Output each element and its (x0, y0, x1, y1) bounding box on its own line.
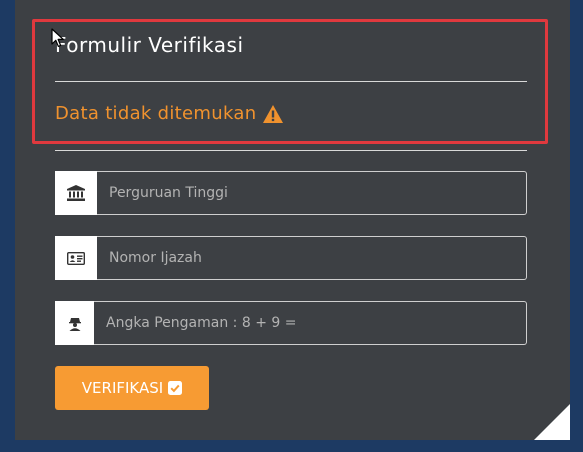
security-code-input[interactable] (94, 301, 527, 345)
verify-button[interactable]: VERIFIKASI (55, 366, 209, 410)
form-title: Formulir Verifikasi (55, 33, 244, 57)
security-code-field (55, 301, 527, 345)
divider (55, 150, 527, 151)
diploma-number-field-addon (55, 236, 97, 280)
university-input[interactable] (97, 171, 527, 215)
check-square-icon (168, 381, 183, 395)
diploma-number-input[interactable] (97, 236, 527, 280)
diploma-number-field (55, 236, 527, 280)
university-field-addon (55, 171, 97, 215)
security-code-field-addon (55, 301, 94, 345)
university-field (55, 171, 527, 215)
error-message-text: Data tidak ditemukan (55, 103, 257, 124)
id-card-icon (67, 251, 85, 265)
mouse-cursor-icon (51, 28, 64, 47)
security-icon (68, 317, 81, 331)
institution-icon (67, 185, 85, 201)
warning-icon (263, 104, 284, 123)
error-message: Data tidak ditemukan (55, 103, 284, 124)
divider (55, 81, 527, 82)
corner-fold-decoration (534, 404, 570, 440)
verify-button-label: VERIFIKASI (81, 379, 164, 397)
